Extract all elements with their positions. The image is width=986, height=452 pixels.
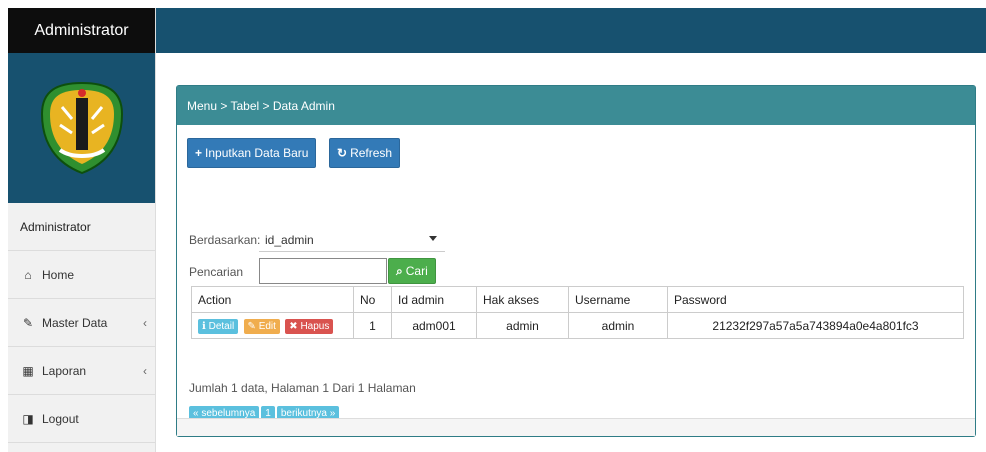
chevron-left-icon: ‹ <box>143 363 147 378</box>
edit-icon: ✎ <box>22 315 34 330</box>
sidebar-user: Administrator <box>8 203 155 251</box>
close-icon: ✖ <box>289 320 298 332</box>
panel-body: + Inputkan Data Baru ↻ Refresh Berdasark… <box>177 125 975 421</box>
top-navigation-bar <box>156 8 986 53</box>
column-no: No <box>353 286 392 313</box>
filter-select-value: id_admin <box>265 232 314 247</box>
search-button[interactable]: ⌕ Cari <box>388 258 436 284</box>
sidebar-item-logout[interactable]: ◨ Logout <box>8 395 155 443</box>
refresh-button[interactable]: ↻ Refresh <box>329 138 401 168</box>
add-data-button[interactable]: + Inputkan Data Baru <box>187 138 317 168</box>
edit-button[interactable]: ✎ Edit <box>243 318 280 334</box>
emblem-logo <box>40 81 123 175</box>
edit-label: Edit <box>258 320 276 332</box>
filter-by-label: Berdasarkan: <box>189 233 261 247</box>
column-hak-akses: Hak akses <box>476 286 569 313</box>
cell-id-admin: adm001 <box>391 312 477 339</box>
delete-button[interactable]: ✖ Hapus <box>285 318 334 334</box>
column-username: Username <box>568 286 668 313</box>
breadcrumb-text: Menu > Tabel > Data Admin <box>187 98 335 113</box>
cell-no: 1 <box>353 312 392 339</box>
calendar-icon: ▦ <box>22 363 34 378</box>
filter-select[interactable]: id_admin <box>259 228 445 252</box>
sidebar-item-master-data[interactable]: ✎ Master Data ‹ <box>8 299 155 347</box>
add-data-label: Inputkan Data Baru <box>205 146 309 160</box>
sidebar-item-label: Logout <box>42 411 79 426</box>
table-row: ℹ Detail ✎ Edit ✖ Hapus 1 adm001 admin a… <box>191 312 964 339</box>
sidebar-item-label: Laporan <box>42 363 87 378</box>
action-cell: ℹ Detail ✎ Edit ✖ Hapus <box>191 312 354 339</box>
info-icon: ℹ <box>202 320 206 332</box>
detail-label: Detail <box>208 320 235 332</box>
sidebar: Administrator Administrator ⌂ Home ✎ Mas… <box>8 8 156 452</box>
cell-password: 21232f297a57a5a743894a0e4a801fc3 <box>667 312 964 339</box>
data-admin-panel: Menu > Tabel > Data Admin + Inputkan Dat… <box>176 85 976 437</box>
chevron-left-icon: ‹ <box>143 315 147 330</box>
logo-area <box>8 53 155 203</box>
search-label: Pencarian <box>189 265 244 279</box>
search-button-label: Cari <box>405 264 428 278</box>
sidebar-item-label: Home <box>42 267 75 282</box>
home-icon: ⌂ <box>24 267 32 282</box>
refresh-label: Refresh <box>350 146 393 160</box>
admin-table: Action No Id admin Hak akses Username Pa… <box>191 286 964 339</box>
chevron-down-icon <box>429 236 437 241</box>
sidebar-item-home[interactable]: ⌂ Home <box>8 251 155 299</box>
sidebar-item-laporan[interactable]: ▦ Laporan ‹ <box>8 347 155 395</box>
app-frame: Administrator Administrator ⌂ Home ✎ Mas… <box>0 0 986 452</box>
refresh-icon: ↻ <box>337 146 348 160</box>
top-border <box>0 0 986 8</box>
sidebar-user-label: Administrator <box>20 219 91 234</box>
column-action: Action <box>191 286 354 313</box>
search-icon: ⌕ <box>396 263 403 278</box>
edit-icon: ✎ <box>247 320 256 332</box>
data-summary: Jumlah 1 data, Halaman 1 Dari 1 Halaman <box>189 381 416 395</box>
left-border <box>0 0 8 452</box>
column-password: Password <box>667 286 964 313</box>
logout-icon: ◨ <box>22 411 34 426</box>
search-input[interactable] <box>259 258 387 284</box>
sidebar-title: Administrator <box>8 8 155 53</box>
delete-label: Hapus <box>300 320 330 332</box>
breadcrumb: Menu > Tabel > Data Admin <box>177 86 975 125</box>
panel-footer <box>177 418 975 436</box>
detail-button[interactable]: ℹ Detail <box>198 318 239 334</box>
table-header-row: Action No Id admin Hak akses Username Pa… <box>191 286 964 313</box>
cell-username: admin <box>568 312 668 339</box>
column-id-admin: Id admin <box>391 286 477 313</box>
cell-hak-akses: admin <box>476 312 569 339</box>
sidebar-item-label: Master Data <box>42 315 108 330</box>
plus-square-icon: + <box>195 146 203 160</box>
